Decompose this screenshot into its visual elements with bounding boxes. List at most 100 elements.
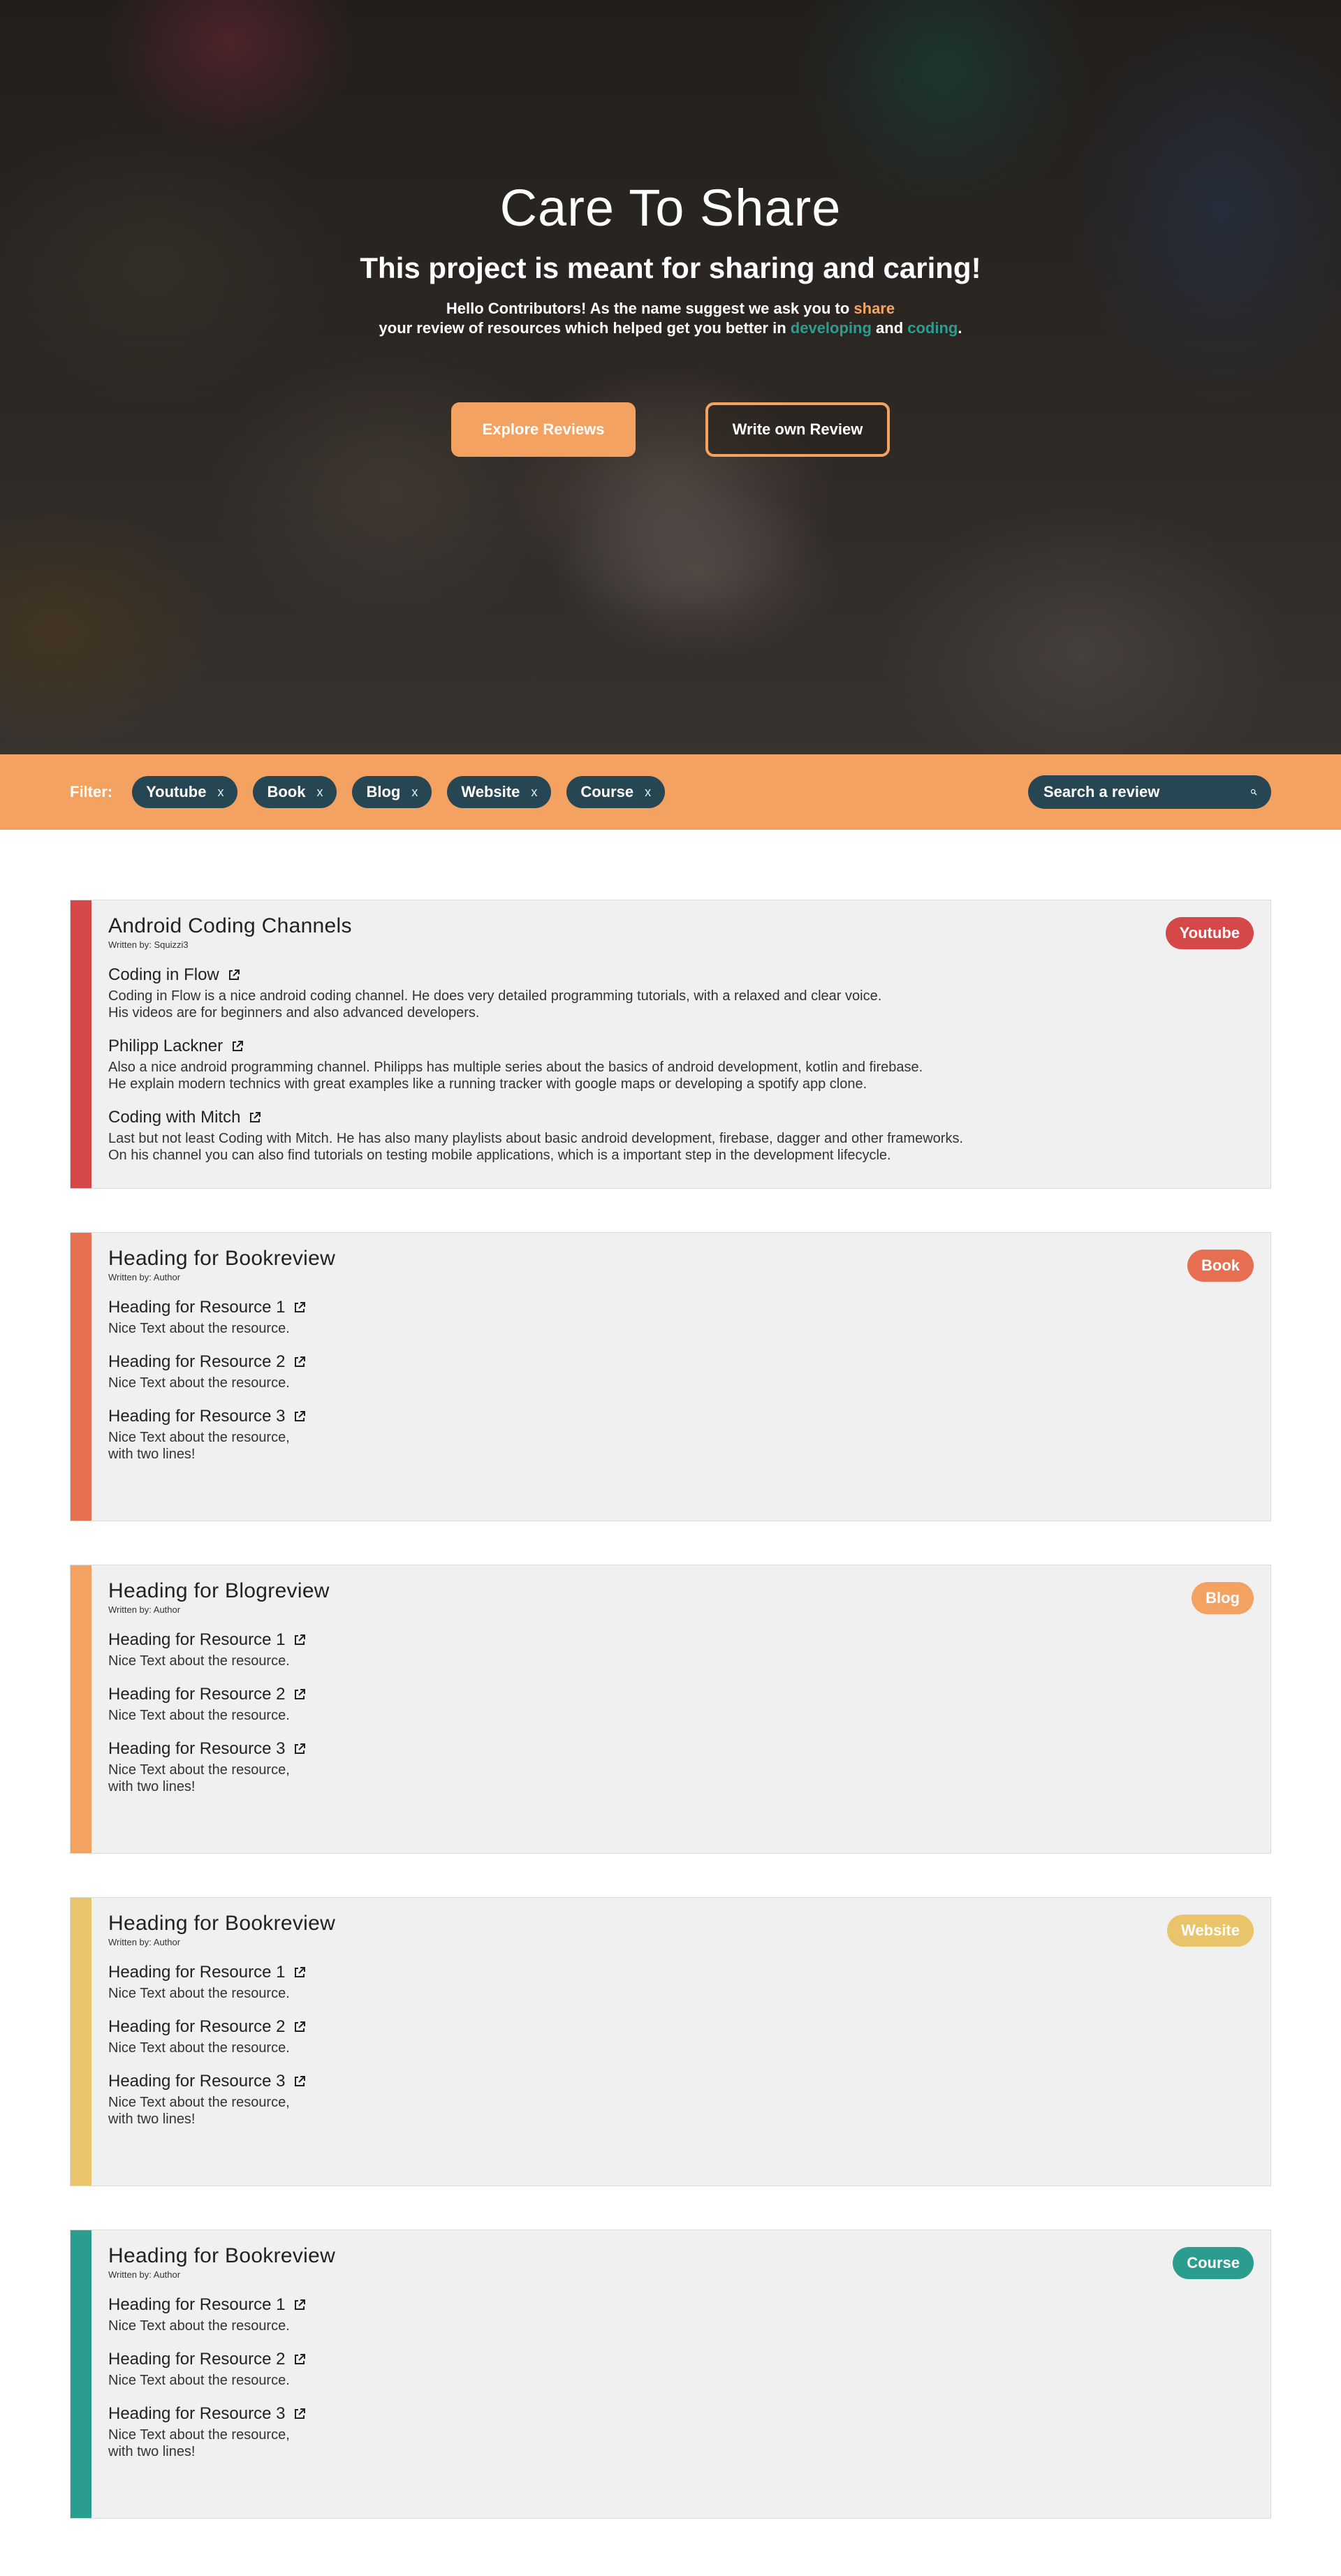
- intro-coding-word: coding: [907, 319, 958, 337]
- resource-heading: Heading for Resource 2: [108, 1352, 286, 1371]
- resource-link[interactable]: Heading for Resource 3: [108, 2072, 1254, 2091]
- category-color-bar: [71, 1565, 91, 1853]
- external-link-icon[interactable]: [293, 1688, 306, 1701]
- resource-link[interactable]: Heading for Resource 3: [108, 1407, 1254, 1426]
- resource-link[interactable]: Heading for Resource 2: [108, 2017, 1254, 2037]
- write-review-button[interactable]: Write own Review: [705, 402, 890, 457]
- resource-link[interactable]: Heading for Resource 3: [108, 1739, 1254, 1759]
- search-input[interactable]: [1042, 782, 1250, 802]
- resource-link[interactable]: Heading for Resource 1: [108, 1298, 1254, 1317]
- chip-remove-button[interactable]: x: [531, 785, 537, 800]
- chip-remove-button[interactable]: x: [316, 785, 323, 800]
- external-link-icon[interactable]: [293, 2075, 306, 2088]
- chip-remove-button[interactable]: x: [411, 785, 418, 800]
- external-link-icon[interactable]: [293, 1356, 306, 1368]
- external-link-icon[interactable]: [249, 1111, 261, 1124]
- intro-end: .: [958, 319, 962, 337]
- external-link-icon[interactable]: [293, 2021, 306, 2033]
- resource-heading: Heading for Resource 3: [108, 2072, 286, 2091]
- resource-heading: Heading for Resource 2: [108, 2017, 286, 2036]
- resource-item: Heading for Resource 1 Nice Text about t…: [108, 1630, 1254, 1669]
- external-link-icon[interactable]: [293, 1966, 306, 1979]
- filter-label: Filter:: [70, 783, 113, 800]
- resource-description: Nice Text about the resource, with two l…: [108, 1762, 290, 1794]
- intro-share-word: share: [853, 300, 895, 317]
- search-box: [1028, 775, 1271, 809]
- resource-link[interactable]: Heading for Resource 2: [108, 1685, 1254, 1704]
- chip-label: Youtube: [146, 783, 207, 800]
- chip-remove-button[interactable]: x: [217, 785, 224, 800]
- intro-and-word: and: [871, 319, 908, 337]
- external-link-icon[interactable]: [293, 1301, 306, 1314]
- review-card: Course Heading for Bookreview Written by…: [70, 2230, 1271, 2519]
- resource-link[interactable]: Coding in Flow: [108, 965, 1254, 985]
- review-title: Heading for Bookreview: [108, 1247, 336, 1270]
- reviews-list: Youtube Android Coding Channels Written …: [0, 830, 1341, 2519]
- resource-heading: Coding in Flow: [108, 965, 219, 984]
- resource-heading: Heading for Resource 3: [108, 1739, 286, 1758]
- category-color-bar: [71, 2230, 91, 2518]
- resource-description: Nice Text about the resource, with two l…: [108, 2095, 290, 2127]
- filter-chip-course[interactable]: Course x: [566, 776, 666, 808]
- resource-heading: Heading for Resource 3: [108, 2404, 286, 2423]
- review-author: Written by: Author: [108, 1272, 181, 1282]
- review-title: Heading for Bookreview: [108, 2244, 336, 2267]
- resource-item: Heading for Resource 3 Nice Text about t…: [108, 2404, 1254, 2460]
- resource-link[interactable]: Heading for Resource 1: [108, 1963, 1254, 1982]
- resource-item: Heading for Resource 2 Nice Text about t…: [108, 2017, 1254, 2056]
- resource-item: Heading for Resource 2 Nice Text about t…: [108, 2350, 1254, 2389]
- filter-chip-website[interactable]: Website x: [447, 776, 552, 808]
- external-link-icon[interactable]: [293, 2408, 306, 2420]
- resource-heading: Philipp Lackner: [108, 1037, 224, 1055]
- resource-link[interactable]: Heading for Resource 1: [108, 2295, 1254, 2315]
- resource-description: Nice Text about the resource.: [108, 1321, 290, 1336]
- category-color-bar: [71, 900, 91, 1188]
- resource-link[interactable]: Heading for Resource 2: [108, 2350, 1254, 2369]
- resource-item: Heading for Resource 1 Nice Text about t…: [108, 1298, 1254, 1337]
- review-content: Heading for Blogreview Written by: Autho…: [108, 1579, 1254, 1795]
- resource-description: Nice Text about the resource.: [108, 1375, 290, 1391]
- resource-item: Heading for Resource 2 Nice Text about t…: [108, 1685, 1254, 1724]
- resource-heading: Coding with Mitch: [108, 1108, 241, 1127]
- external-link-icon[interactable]: [293, 2299, 306, 2311]
- external-link-icon[interactable]: [293, 2353, 306, 2366]
- resource-link[interactable]: Heading for Resource 1: [108, 1630, 1254, 1650]
- resource-item: Heading for Resource 1 Nice Text about t…: [108, 2295, 1254, 2334]
- resource-description: Coding in Flow is a nice android coding …: [108, 988, 882, 1020]
- resource-heading: Heading for Resource 1: [108, 1963, 286, 1982]
- external-link-icon[interactable]: [293, 1743, 306, 1755]
- resource-item: Heading for Resource 2 Nice Text about t…: [108, 1352, 1254, 1391]
- chip-remove-button[interactable]: x: [645, 785, 651, 800]
- resource-link[interactable]: Heading for Resource 3: [108, 2404, 1254, 2424]
- resource-heading: Heading for Resource 2: [108, 1685, 286, 1704]
- external-link-icon[interactable]: [231, 1040, 244, 1053]
- external-link-icon[interactable]: [228, 969, 240, 981]
- category-color-bar: [71, 1898, 91, 2186]
- resource-link[interactable]: Heading for Resource 2: [108, 1352, 1254, 1372]
- review-card: Youtube Android Coding Channels Written …: [70, 900, 1271, 1189]
- filter-chip-blog[interactable]: Blog x: [352, 776, 432, 808]
- review-author: Written by: Author: [108, 1604, 181, 1615]
- resource-item: Heading for Resource 3 Nice Text about t…: [108, 2072, 1254, 2128]
- resource-link[interactable]: Philipp Lackner: [108, 1037, 1254, 1056]
- resource-description: Also a nice android programming channel.…: [108, 1060, 923, 1092]
- hero-intro: Hello Contributors! As the name suggest …: [0, 299, 1341, 338]
- review-card: Website Heading for Bookreview Written b…: [70, 1897, 1271, 2186]
- explore-reviews-button[interactable]: Explore Reviews: [451, 402, 636, 457]
- external-link-icon[interactable]: [293, 1410, 306, 1423]
- review-title: Heading for Bookreview: [108, 1912, 336, 1935]
- review-card: Blog Heading for Blogreview Written by: …: [70, 1565, 1271, 1854]
- filter-chip-book[interactable]: Book x: [253, 776, 337, 808]
- resource-link[interactable]: Coding with Mitch: [108, 1108, 1254, 1127]
- resource-heading: Heading for Resource 1: [108, 1298, 286, 1317]
- search-icon[interactable]: [1250, 784, 1257, 800]
- external-link-icon[interactable]: [293, 1634, 306, 1646]
- filter-chip-youtube[interactable]: Youtube x: [132, 776, 238, 808]
- resource-description: Nice Text about the resource.: [108, 1653, 290, 1669]
- review-title: Android Coding Channels: [108, 914, 352, 937]
- resource-description: Last but not least Coding with Mitch. He…: [108, 1131, 963, 1163]
- resource-item: Philipp Lackner Also a nice android prog…: [108, 1037, 1254, 1092]
- review-author: Written by: Author: [108, 2269, 181, 2280]
- hero-subtitle: This project is meant for sharing and ca…: [360, 251, 981, 284]
- category-color-bar: [71, 1233, 91, 1521]
